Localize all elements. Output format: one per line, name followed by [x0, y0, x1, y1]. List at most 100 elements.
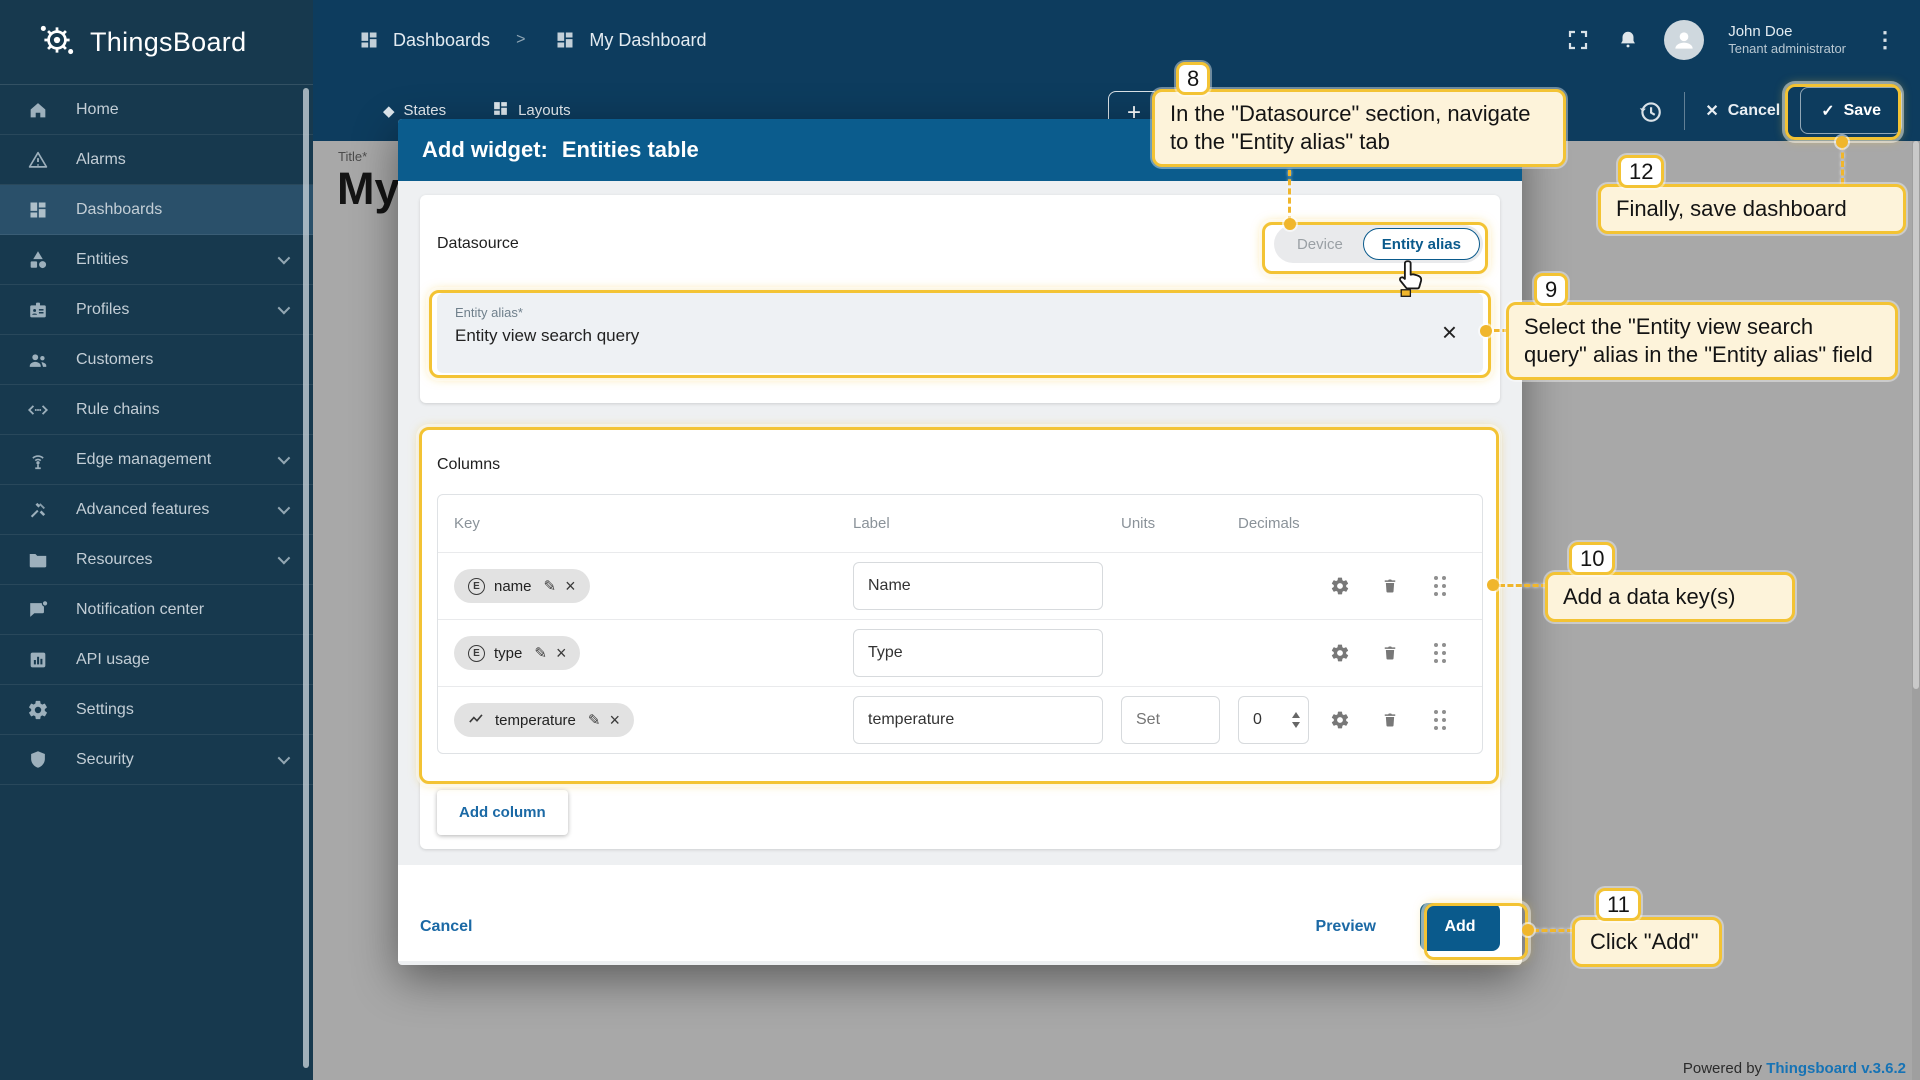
data-key-chip[interactable]: temperature ✎ × [454, 703, 634, 737]
label-input[interactable] [853, 562, 1103, 610]
connector-dot [1522, 924, 1534, 936]
data-key-chip[interactable]: E name ✎ × [454, 569, 590, 603]
toggle-device[interactable]: Device [1277, 236, 1363, 253]
remove-key-icon[interactable]: × [565, 576, 576, 597]
timeseries-icon [468, 710, 486, 730]
sidebar-item-entities[interactable]: Entities [0, 235, 313, 285]
edit-pencil-icon[interactable]: ✎ [534, 644, 547, 662]
sidebar-item-customers[interactable]: Customers [0, 335, 313, 385]
add-widget-dialog: Add widget: Entities table Datasource De… [398, 119, 1522, 965]
kebab-menu-icon[interactable]: ⋮ [1868, 27, 1902, 53]
data-key-name: name [494, 578, 532, 595]
sidebar-item-rule-chains[interactable]: Rule chains [0, 385, 313, 435]
dialog-footer: Cancel Preview Add [398, 865, 1522, 961]
app-logo[interactable]: ThingsBoard [0, 0, 313, 85]
sidebar-item-security[interactable]: Security [0, 735, 313, 785]
clear-alias-icon[interactable]: × [1442, 319, 1457, 345]
dashboard-grid-icon [355, 26, 383, 54]
home-icon [26, 98, 50, 122]
drag-handle-icon[interactable] [1430, 576, 1450, 596]
delete-trash-icon[interactable] [1380, 710, 1400, 730]
datasource-type-toggle: Device Entity alias [1274, 225, 1483, 263]
sidebar-item-alarms[interactable]: Alarms [0, 135, 313, 185]
sidebar-item-label: Edge management [76, 451, 211, 469]
breadcrumb-dashboards[interactable]: Dashboards [355, 26, 490, 54]
dialog-title-prefix: Add widget: [422, 137, 548, 163]
breadcrumb-my-dashboard[interactable]: My Dashboard [551, 26, 706, 54]
tab-layouts[interactable]: Layouts [492, 100, 571, 121]
key-settings-gear-icon[interactable] [1330, 576, 1350, 596]
breadcrumb-separator: > [516, 31, 525, 49]
drag-handle-icon[interactable] [1430, 643, 1450, 663]
col-header-decimals: Decimals [1238, 515, 1328, 532]
edit-pencil-icon[interactable]: ✎ [544, 577, 557, 595]
sidebar-nav: Home Alarms Dashboards Entities Profiles [0, 85, 313, 785]
powered-by: Powered by Thingsboard v.3.6.2 [1683, 1060, 1906, 1077]
callout-text: Select the "Entity view search query" al… [1506, 302, 1898, 380]
label-input[interactable] [853, 696, 1103, 744]
datasource-card: Datasource Device Entity alias Entity al… [420, 195, 1500, 403]
entity-alias-field[interactable]: Entity alias* Entity view search query × [437, 293, 1483, 373]
states-diamond-icon: ◆ [383, 102, 395, 120]
sidebar-item-notification-center[interactable]: Notification center [0, 585, 313, 635]
decimals-stepper[interactable]: 0 [1238, 696, 1309, 744]
cancel-dashboard-button[interactable]: ✕ Cancel [1705, 101, 1780, 121]
check-icon: ✓ [1821, 101, 1834, 121]
sidebar-item-label: Settings [76, 701, 134, 719]
toggle-entity-alias[interactable]: Entity alias [1363, 228, 1480, 260]
sidebar-item-api-usage[interactable]: API usage [0, 635, 313, 685]
connector-dot [1487, 579, 1499, 591]
table-row: E type ✎ × [438, 619, 1482, 686]
dialog-cancel-button[interactable]: Cancel [420, 918, 472, 936]
preview-button[interactable]: Preview [1316, 918, 1376, 936]
chevron-down-icon [278, 302, 291, 315]
sidebar-item-advanced-features[interactable]: Advanced features [0, 485, 313, 535]
tab-states[interactable]: ◆ States [383, 102, 446, 120]
people-icon [26, 348, 50, 372]
label-input[interactable] [853, 629, 1103, 677]
sidebar-item-settings[interactable]: Settings [0, 685, 313, 735]
save-dashboard-button[interactable]: ✓ Save [1800, 87, 1902, 134]
add-column-button[interactable]: Add column [437, 790, 568, 835]
stepper-up-icon[interactable] [1292, 712, 1300, 718]
delete-trash-icon[interactable] [1380, 576, 1400, 596]
delete-trash-icon[interactable] [1380, 643, 1400, 663]
remove-key-icon[interactable]: × [556, 643, 567, 664]
connector-callout-12 [1841, 144, 1844, 184]
thingsboard-gear-logo-icon [36, 19, 78, 66]
chevron-down-icon [278, 752, 291, 765]
drag-handle-icon[interactable] [1430, 710, 1450, 730]
sidebar-item-resources[interactable]: Resources [0, 535, 313, 585]
key-settings-gear-icon[interactable] [1330, 643, 1350, 663]
notifications-bell-icon[interactable] [1614, 26, 1642, 54]
page-scrollbar-thumb[interactable] [1913, 141, 1919, 689]
key-settings-gear-icon[interactable] [1330, 710, 1350, 730]
units-input[interactable] [1121, 696, 1220, 744]
add-button[interactable]: Add [1420, 903, 1500, 951]
data-key-name: type [494, 645, 522, 662]
sidebar-item-dashboards[interactable]: Dashboards [0, 185, 313, 235]
user-avatar[interactable] [1664, 20, 1704, 60]
columns-card: Columns Key Label Units Decimals E name … [420, 430, 1500, 849]
sidebar-scrollbar[interactable] [303, 88, 309, 1068]
columns-heading: Columns [437, 456, 1483, 474]
sidebar-item-edge-management[interactable]: Edge management [0, 435, 313, 485]
fullscreen-icon[interactable] [1564, 26, 1592, 54]
chevron-down-icon [278, 552, 291, 565]
remove-key-icon[interactable]: × [609, 710, 620, 731]
app-name: ThingsBoard [90, 27, 246, 58]
user-info[interactable]: John Doe Tenant administrator [1728, 23, 1846, 58]
warning-icon [26, 148, 50, 172]
history-icon[interactable] [1636, 97, 1664, 125]
breadcrumb: Dashboards > My Dashboard [313, 0, 1920, 80]
page-scrollbar-track[interactable] [1912, 141, 1920, 1080]
sidebar-item-home[interactable]: Home [0, 85, 313, 135]
toolbar-divider [1684, 92, 1685, 130]
dashboard-title-value[interactable]: My [337, 163, 400, 215]
stepper-down-icon[interactable] [1292, 722, 1300, 728]
data-key-chip[interactable]: E type ✎ × [454, 636, 580, 670]
edit-pencil-icon[interactable]: ✎ [588, 711, 601, 729]
columns-table-header: Key Label Units Decimals [438, 495, 1482, 552]
sidebar-item-profiles[interactable]: Profiles [0, 285, 313, 335]
powered-by-link[interactable]: Thingsboard v.3.6.2 [1766, 1060, 1906, 1077]
